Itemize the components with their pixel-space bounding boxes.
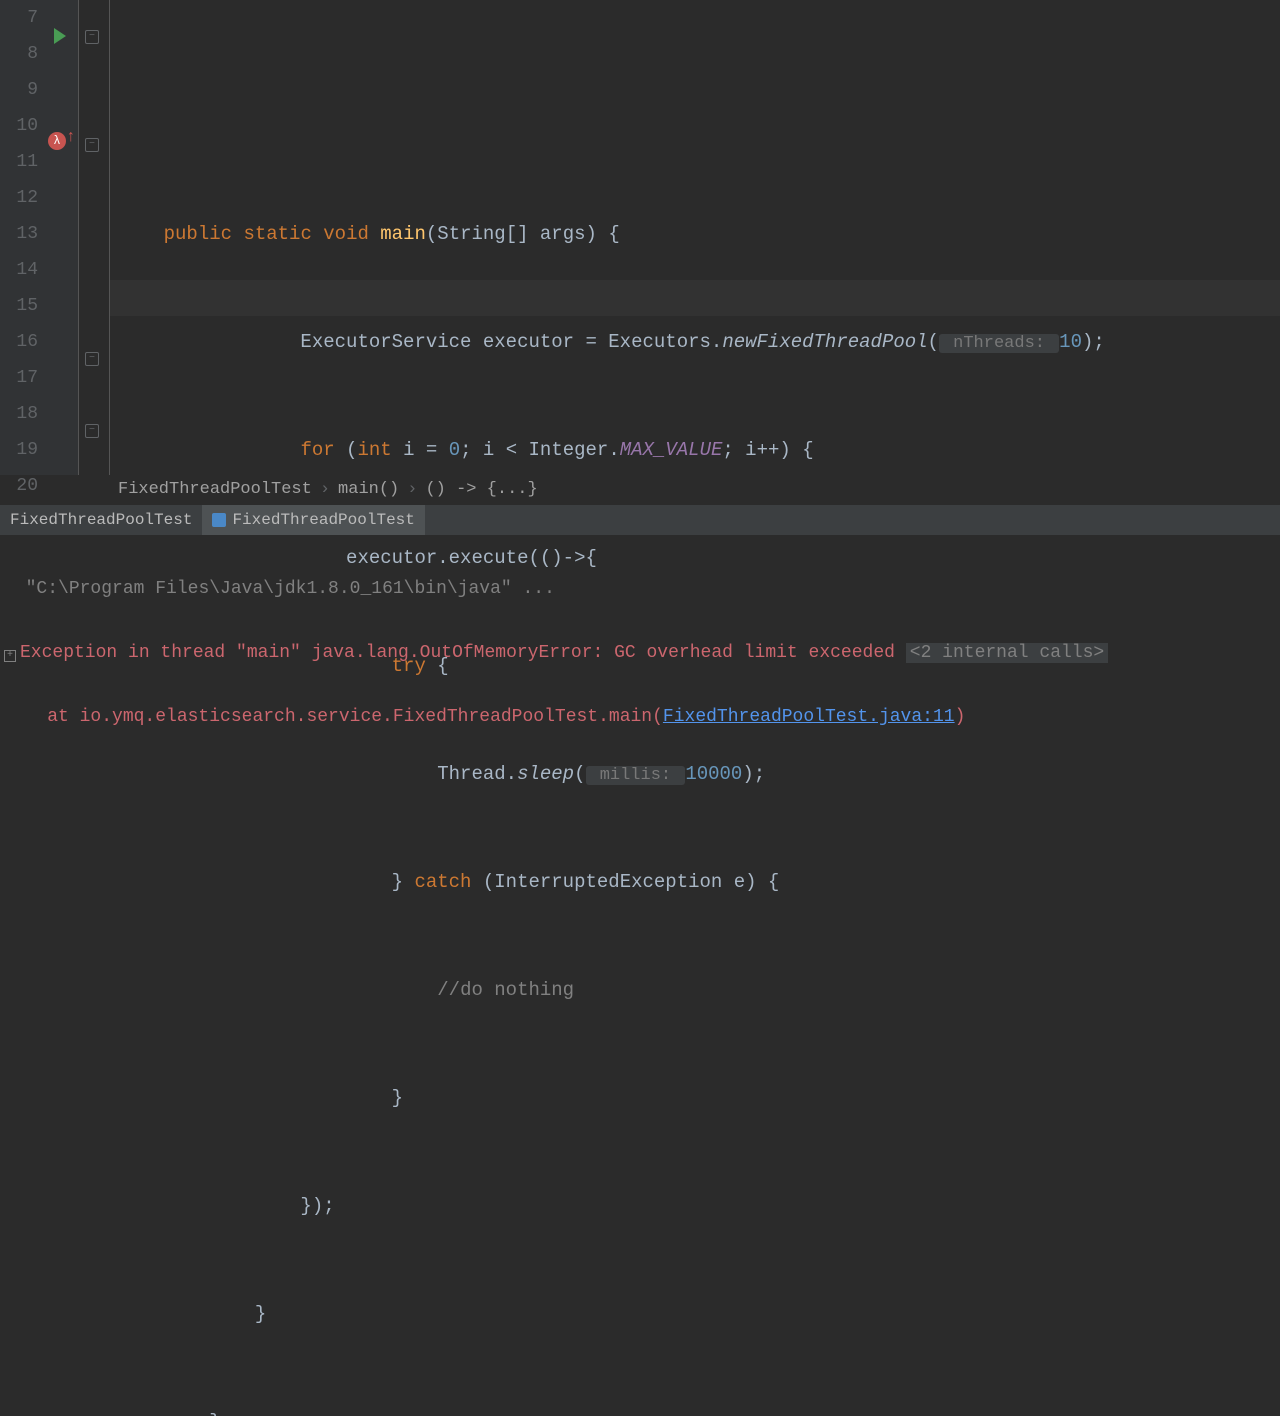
code-line[interactable]: try { (118, 648, 1280, 684)
stacktrace-link[interactable]: FixedThreadPoolTest.java:11 (663, 707, 955, 727)
code-line[interactable]: public static void main(String[] args) { (118, 216, 1280, 252)
current-line-highlight (110, 280, 1280, 316)
run-icon[interactable] (54, 28, 66, 44)
line-number: 17 (0, 360, 38, 396)
run-config-icon (212, 513, 226, 527)
code-line[interactable]: //do nothing (118, 972, 1280, 1008)
line-number: 7 (0, 0, 38, 36)
line-number-gutter: 7 8 9 10 11 12 13 14 15 16 17 18 19 20 (0, 0, 48, 475)
expand-icon[interactable]: + (4, 650, 16, 662)
code-line[interactable]: Thread.sleep( millis: 10000); (118, 756, 1280, 792)
line-number: 18 (0, 396, 38, 432)
recursive-call-icon: ↑ (66, 128, 76, 146)
code-editor[interactable]: public static void main(String[] args) {… (110, 0, 1280, 475)
line-number: 13 (0, 216, 38, 252)
code-line[interactable]: } (118, 1404, 1280, 1416)
code-line[interactable]: for (int i = 0; i < Integer.MAX_VALUE; i… (118, 432, 1280, 468)
lambda-breakpoint-icon[interactable]: λ (48, 132, 66, 150)
fold-gutter: − − − − (78, 0, 110, 475)
line-number: 15 (0, 288, 38, 324)
fold-toggle-icon[interactable]: − (85, 352, 99, 366)
fold-toggle-icon[interactable]: − (85, 30, 99, 44)
editor-area: 7 8 9 10 11 12 13 14 15 16 17 18 19 20 λ… (0, 0, 1280, 475)
code-line[interactable]: } (118, 1296, 1280, 1332)
line-number: 20 (0, 468, 38, 504)
code-line[interactable]: }); (118, 1188, 1280, 1224)
code-line[interactable]: executor.execute(()->{ (118, 540, 1280, 576)
line-number: 9 (0, 72, 38, 108)
fold-toggle-icon[interactable]: − (85, 138, 99, 152)
code-line[interactable]: ExecutorService executor = Executors.new… (118, 324, 1280, 360)
line-number: 8 (0, 36, 38, 72)
line-number: 14 (0, 252, 38, 288)
line-number: 16 (0, 324, 38, 360)
line-number: 12 (0, 180, 38, 216)
code-line[interactable]: } catch (InterruptedException e) { (118, 864, 1280, 900)
line-number: 10 (0, 108, 38, 144)
fold-toggle-icon[interactable]: − (85, 424, 99, 438)
gutter-icons: λ ↑ (48, 0, 78, 475)
code-line[interactable]: } (118, 1080, 1280, 1116)
line-number: 11 (0, 144, 38, 180)
line-number: 19 (0, 432, 38, 468)
